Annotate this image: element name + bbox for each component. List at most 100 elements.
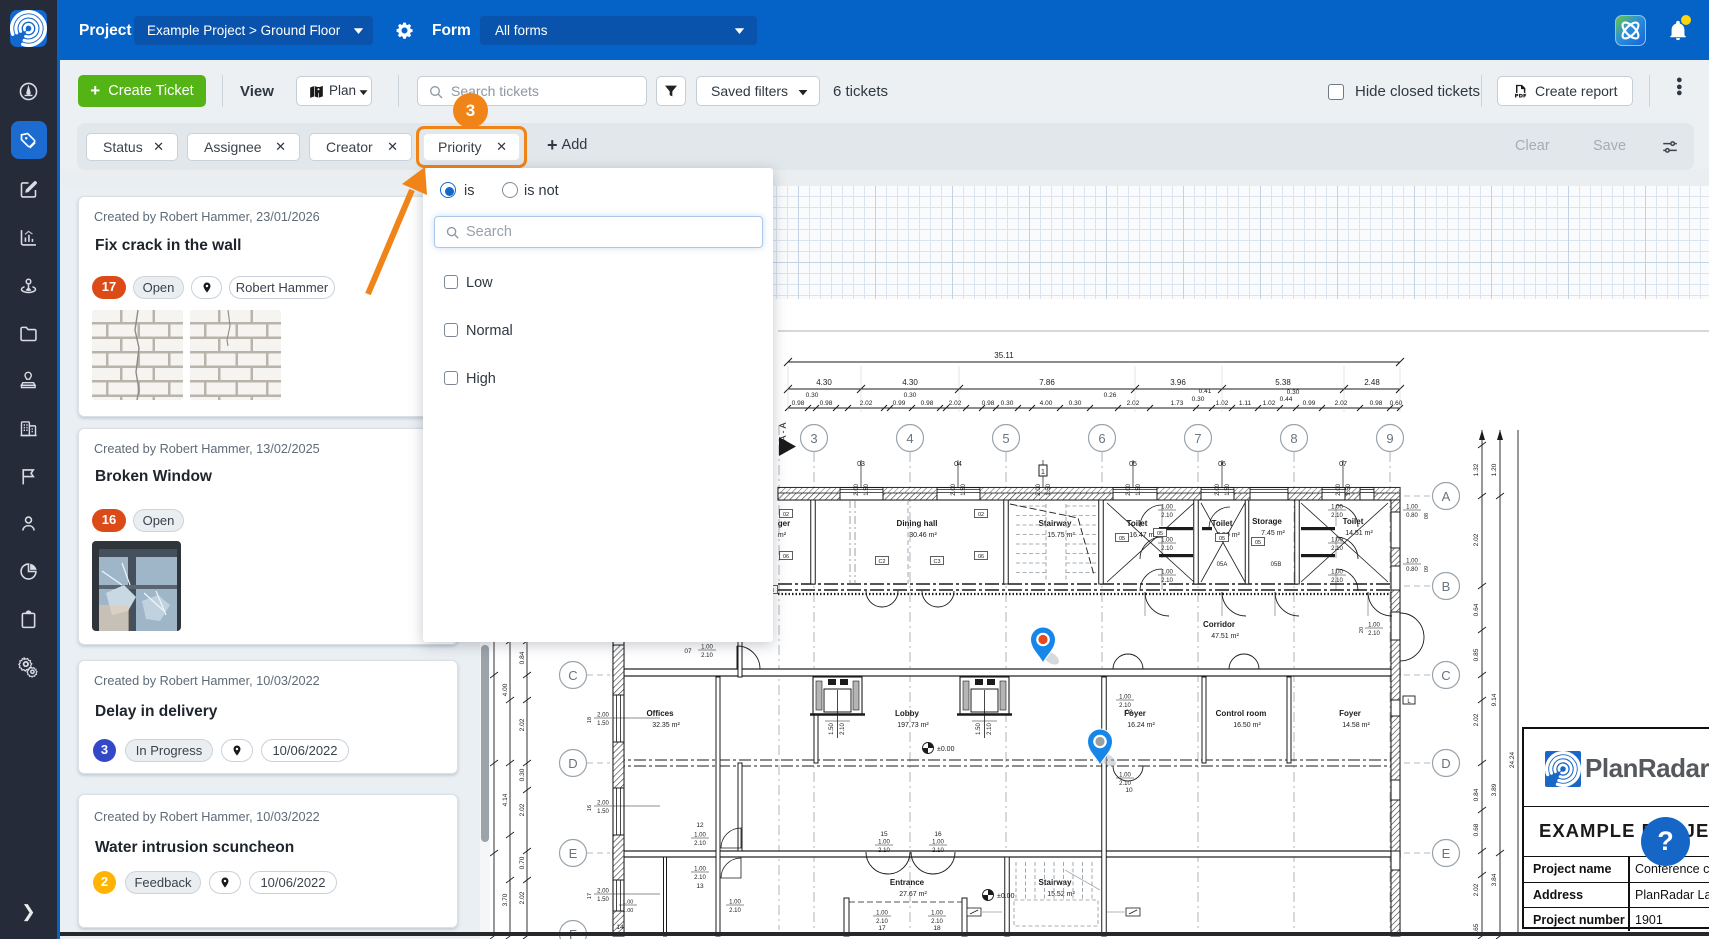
svg-text:0.99: 0.99: [893, 400, 906, 407]
svg-text:32.35 m²: 32.35 m²: [652, 722, 680, 729]
svg-text:2.02: 2.02: [1127, 400, 1140, 407]
svg-text:2.02: 2.02: [1473, 713, 1480, 726]
svg-text:2.00: 2.00: [854, 483, 860, 495]
svg-text:0.84: 0.84: [519, 651, 526, 664]
svg-text:0.68: 0.68: [1473, 823, 1480, 836]
svg-text:2.10: 2.10: [701, 653, 713, 659]
svg-text:2.02: 2.02: [860, 400, 873, 407]
svg-text:17: 17: [878, 925, 886, 932]
svg-text:3.89: 3.89: [1491, 783, 1498, 796]
svg-text:197.73 m²: 197.73 m²: [897, 722, 929, 729]
svg-text:E: E: [1442, 846, 1451, 861]
svg-text:06: 06: [1218, 461, 1226, 468]
svg-text:05A: 05A: [1217, 562, 1228, 568]
svg-text:0.30: 0.30: [1069, 400, 1082, 407]
svg-text:2.00: 2.00: [1336, 483, 1342, 495]
svg-text:2.00: 2.00: [1036, 483, 1042, 495]
svg-text:1.02: 1.02: [1263, 400, 1276, 407]
svg-text:05: 05: [1219, 536, 1225, 542]
svg-text:1.00: 1.00: [1119, 695, 1131, 701]
svg-text:1.00: 1.00: [1161, 570, 1173, 576]
svg-text:1.50: 1.50: [1136, 483, 1142, 495]
svg-text:1.00: 1.00: [1331, 505, 1343, 511]
svg-text:1.00: 1.00: [623, 900, 634, 906]
svg-text:2.10: 2.10: [1331, 513, 1343, 519]
svg-text:Toilet: Toilet: [1343, 517, 1364, 526]
svg-text:0.30: 0.30: [904, 392, 917, 399]
svg-text:2.00: 2.00: [597, 713, 609, 719]
svg-text:2.10: 2.10: [1161, 546, 1173, 552]
svg-text:5: 5: [1002, 431, 1009, 446]
svg-text:15: 15: [880, 831, 888, 838]
svg-text:Stairway: Stairway: [1039, 878, 1072, 887]
svg-text:1.00: 1.00: [878, 840, 890, 846]
svg-text:0.64: 0.64: [1473, 603, 1480, 616]
svg-text:8: 8: [1290, 431, 1297, 446]
svg-text:0.41: 0.41: [1199, 388, 1212, 395]
svg-text:Entrance: Entrance: [890, 878, 925, 887]
svg-text:C: C: [1441, 668, 1450, 683]
svg-text:1.00: 1.00: [1331, 570, 1343, 576]
svg-text:35.11: 35.11: [994, 351, 1014, 360]
svg-text:0.80: 0.80: [1406, 567, 1418, 573]
svg-text:02: 02: [978, 512, 984, 518]
svg-text:2.02: 2.02: [949, 400, 962, 407]
svg-text:0.30: 0.30: [806, 392, 819, 399]
svg-text:Corridor: Corridor: [1203, 620, 1235, 629]
svg-text:30.46 m²: 30.46 m²: [909, 532, 937, 539]
svg-text:4.14: 4.14: [502, 793, 509, 806]
svg-text:06: 06: [978, 554, 984, 560]
svg-text:2.10: 2.10: [1331, 546, 1343, 552]
svg-text:C3: C3: [933, 559, 940, 565]
svg-text:09: 09: [1424, 566, 1430, 572]
svg-text:0.98: 0.98: [792, 400, 805, 407]
svg-text:2.00: 2.00: [951, 483, 957, 495]
svg-text:1.00: 1.00: [1119, 773, 1131, 779]
svg-text:3.96: 3.96: [1170, 378, 1186, 387]
svg-text:16: 16: [934, 831, 942, 838]
svg-text:0.44: 0.44: [1280, 396, 1293, 403]
svg-text:2.10: 2.10: [840, 723, 846, 735]
svg-text:2.00: 2.00: [597, 889, 609, 895]
svg-text:ger: ger: [778, 519, 790, 528]
svg-text:4: 4: [906, 431, 913, 446]
svg-text:2.10: 2.10: [729, 908, 741, 914]
svg-text:Stairway: Stairway: [1039, 519, 1072, 528]
svg-text:18: 18: [587, 717, 593, 723]
svg-text:0.99: 0.99: [1303, 400, 1316, 407]
svg-text:12: 12: [696, 822, 704, 829]
svg-text:9: 9: [1386, 431, 1393, 446]
svg-text:5.38: 5.38: [1275, 378, 1291, 387]
svg-text:2.10: 2.10: [694, 875, 706, 881]
svg-text:17: 17: [587, 893, 593, 899]
svg-text:3.84: 3.84: [1491, 873, 1498, 886]
svg-text:9.14: 9.14: [1491, 693, 1498, 706]
svg-text:05B: 05B: [1271, 562, 1282, 568]
svg-text:14.51 m²: 14.51 m²: [1345, 530, 1373, 537]
svg-text:2.10: 2.10: [878, 848, 890, 854]
svg-text:2.10: 2.10: [1368, 631, 1380, 637]
svg-text:47.51 m²: 47.51 m²: [1211, 633, 1239, 640]
svg-text:14: 14: [616, 924, 624, 931]
svg-text:0.30: 0.30: [1287, 389, 1300, 396]
svg-text:C: C: [568, 668, 577, 683]
svg-text:B: B: [1442, 579, 1451, 594]
svg-text:2.48: 2.48: [1364, 378, 1380, 387]
svg-text:4.30: 4.30: [902, 378, 918, 387]
svg-text:Offices: Offices: [646, 709, 674, 718]
svg-text:14.58 m²: 14.58 m²: [1342, 722, 1370, 729]
svg-text:1.73: 1.73: [1171, 400, 1184, 407]
svg-text:24.24: 24.24: [1509, 751, 1516, 768]
svg-text:1.50: 1.50: [864, 483, 870, 495]
svg-text:02: 02: [783, 512, 789, 518]
svg-text:07: 07: [1339, 461, 1347, 468]
svg-text:07: 07: [684, 648, 692, 655]
svg-text:Lobby: Lobby: [895, 709, 920, 718]
svg-text:16.50 m²: 16.50 m²: [1233, 722, 1261, 729]
svg-text:1.00: 1.00: [1161, 505, 1173, 511]
svg-text:04: 04: [954, 461, 962, 468]
svg-text:08: 08: [1424, 513, 1430, 519]
svg-text:08: 08: [1125, 709, 1133, 716]
svg-text:1.00: 1.00: [1161, 538, 1173, 544]
svg-text:4.00: 4.00: [502, 683, 509, 696]
